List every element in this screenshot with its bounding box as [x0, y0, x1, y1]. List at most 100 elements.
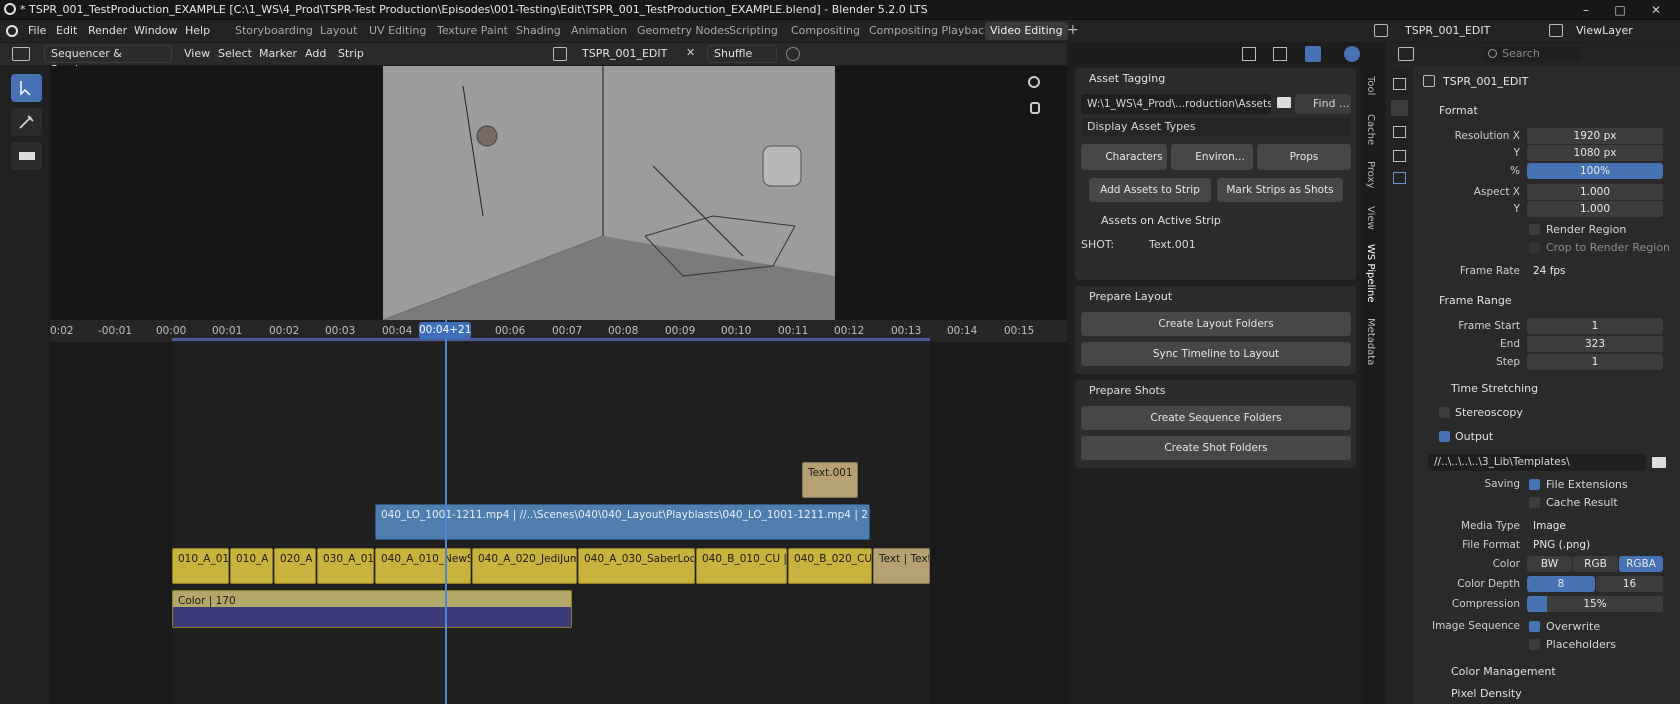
type-environments-button[interactable]: Environ... [1171, 144, 1253, 170]
compression-slider[interactable]: 15% [1527, 596, 1663, 612]
scene-icon[interactable] [553, 47, 567, 61]
output-properties-icon[interactable] [1393, 126, 1406, 138]
view-layer-properties-icon[interactable] [1393, 150, 1406, 162]
time-stretching-subpanel[interactable]: Time Stretching [1451, 382, 1538, 395]
color-rgb-option[interactable]: RGB [1573, 556, 1618, 572]
workspace-tab-shading[interactable]: Shading [511, 22, 566, 40]
close-scene-icon[interactable]: ✕ [686, 46, 695, 59]
movie-strip[interactable]: 040_LO_1001-1211.mp4 | //..\Scenes\040\0… [375, 504, 870, 540]
add-assets-button[interactable]: Add Assets to Strip [1089, 178, 1211, 202]
tab-ws-pipeline[interactable]: WS Pipeline [1365, 244, 1376, 303]
stereoscopy-checkbox[interactable] [1439, 407, 1450, 418]
sequencer-timeline[interactable]: Text.001 | 040_LO_1001-1211.mp4 | //..\S… [50, 342, 1067, 704]
output-path-field[interactable]: //..\..\..\..\3_Lib\Templates\ [1428, 454, 1646, 471]
mark-shots-button[interactable]: Mark Strips as Shots [1217, 178, 1343, 202]
menu-edit[interactable]: Edit [56, 24, 77, 37]
menu-view[interactable]: View [184, 47, 210, 60]
shot-strip[interactable]: 030_A_01 [317, 548, 374, 584]
media-type-select[interactable]: Image [1527, 518, 1663, 534]
frame-range-section-header[interactable]: Frame Range [1439, 294, 1512, 307]
pixel-density-subpanel[interactable]: Pixel Density [1451, 687, 1522, 700]
workspace-tab-texture-paint[interactable]: Texture Paint [432, 22, 513, 40]
view-layer-icon[interactable] [1549, 24, 1563, 37]
panel-header[interactable]: Prepare Shots [1075, 380, 1356, 402]
tab-tool[interactable]: Tool [1365, 76, 1376, 95]
workspace-tab-storyboarding[interactable]: Storyboarding [230, 22, 318, 40]
add-workspace-icon[interactable]: + [1067, 22, 1079, 38]
output-section-header[interactable]: Output [1455, 430, 1493, 443]
shot-strip[interactable]: 040_A_010_NewS [375, 548, 471, 584]
color-management-subpanel[interactable]: Color Management [1451, 665, 1556, 678]
proxy-settings-icon[interactable] [1242, 47, 1256, 61]
sample-tool-icon[interactable] [11, 108, 42, 136]
color-strip[interactable]: Color | 170 [172, 590, 572, 628]
output-folder-icon[interactable] [1652, 457, 1666, 468]
menu-select[interactable]: Select [218, 47, 252, 60]
type-characters-button[interactable]: Characters [1081, 144, 1167, 170]
color-rgba-option[interactable]: RGBA [1619, 556, 1663, 572]
select-tool-icon[interactable] [11, 74, 42, 102]
tab-cache[interactable]: Cache [1365, 114, 1376, 145]
color-depth-8-option[interactable]: 8 [1527, 576, 1595, 592]
text-strip[interactable]: Text.001 | [802, 462, 858, 498]
file-format-select[interactable]: PNG (.png) [1527, 537, 1663, 553]
create-sequence-folders-button[interactable]: Create Sequence Folders [1081, 406, 1351, 430]
workspace-tab-uv-editing[interactable]: UV Editing [364, 22, 431, 40]
asset-path-field[interactable]: W:\1_WS\4_Prod\...roduction\Assets\ [1081, 94, 1271, 114]
render-region-checkbox[interactable] [1529, 224, 1540, 235]
scene-selector-icon[interactable] [1374, 24, 1388, 37]
shot-strip[interactable]: 040_A_020_JediJum [472, 548, 577, 584]
playhead-time[interactable]: 00:04+21 [419, 322, 471, 339]
snapping-icon[interactable] [786, 47, 800, 61]
assets-on-strip-subpanel[interactable]: Assets on Active Strip [1101, 214, 1221, 227]
view-mode-select[interactable]: Sequencer & Preview [44, 45, 172, 76]
frame-end-field[interactable]: 323 [1527, 336, 1663, 352]
gizmo-toggle-icon[interactable] [1305, 46, 1321, 62]
overlap-mode-select[interactable]: Shuffle [707, 45, 777, 63]
blade-tool-icon[interactable] [11, 142, 42, 170]
frame-start-field[interactable]: 1 [1527, 318, 1663, 334]
aspect-x-field[interactable]: 1.000 [1527, 184, 1663, 200]
menu-window[interactable]: Window [134, 24, 177, 37]
file-extensions-checkbox[interactable] [1529, 479, 1540, 490]
view-layer-name[interactable]: ViewLayer [1576, 24, 1633, 37]
find-button[interactable]: Find ... [1295, 94, 1351, 114]
frame-step-field[interactable]: 1 [1527, 354, 1663, 370]
stereoscopy-section-header[interactable]: Stereoscopy [1455, 406, 1523, 419]
folder-icon[interactable] [1277, 97, 1291, 108]
menu-render[interactable]: Render [88, 24, 127, 37]
workspace-tab-animation[interactable]: Animation [566, 22, 632, 40]
placeholders-checkbox[interactable] [1529, 639, 1540, 650]
output-checkbox[interactable] [1439, 431, 1450, 442]
shot-strip[interactable]: 040_B_020_CU [788, 548, 872, 584]
tab-view[interactable]: View [1365, 206, 1376, 230]
color-bw-option[interactable]: BW [1527, 556, 1572, 572]
render-properties-icon[interactable] [1391, 100, 1408, 116]
menu-strip[interactable]: Strip [338, 47, 364, 60]
maximize-button[interactable]: □ [1600, 0, 1640, 20]
shot-strip[interactable]: 020_A [274, 548, 316, 584]
workspace-tab-compositing-playback[interactable]: Compositing Playback [864, 22, 996, 40]
shot-strip[interactable]: 010_A [230, 548, 273, 584]
menu-help[interactable]: Help [185, 24, 210, 37]
scene-name[interactable]: TSPR_001_EDIT [1405, 24, 1490, 37]
pan-hand-icon[interactable] [1030, 102, 1040, 114]
aspect-y-field[interactable]: 1.000 [1527, 201, 1663, 217]
workspace-tab-compositing[interactable]: Compositing [786, 22, 865, 40]
sequencer-preview[interactable] [50, 66, 1067, 320]
sequencer-scene[interactable]: TSPR_001_EDIT [582, 47, 667, 60]
create-layout-folders-button[interactable]: Create Layout Folders [1081, 312, 1351, 336]
shot-strip[interactable]: 040_A_030_SaberLock [578, 548, 695, 584]
shot-strip[interactable]: 040_B_010_CU | [696, 548, 787, 584]
timeline-ruler[interactable]: 0:02 -00:01 00:00 00:01 00:02 00:03 00:0… [50, 320, 1067, 342]
overwrite-checkbox[interactable] [1529, 621, 1540, 632]
resolution-y-field[interactable]: 1080 px [1527, 145, 1663, 161]
workspace-tab-video-editing[interactable]: Video Editing [985, 22, 1068, 40]
workspace-tab-scripting[interactable]: Scripting [724, 22, 783, 40]
workspace-tab-layout[interactable]: Layout [315, 22, 362, 40]
tab-proxy[interactable]: Proxy [1365, 161, 1376, 188]
panel-header[interactable]: Prepare Layout [1075, 286, 1356, 308]
playhead-line[interactable] [445, 320, 447, 704]
display-channel-icon[interactable] [1273, 47, 1287, 61]
menu-add[interactable]: Add [305, 47, 326, 60]
